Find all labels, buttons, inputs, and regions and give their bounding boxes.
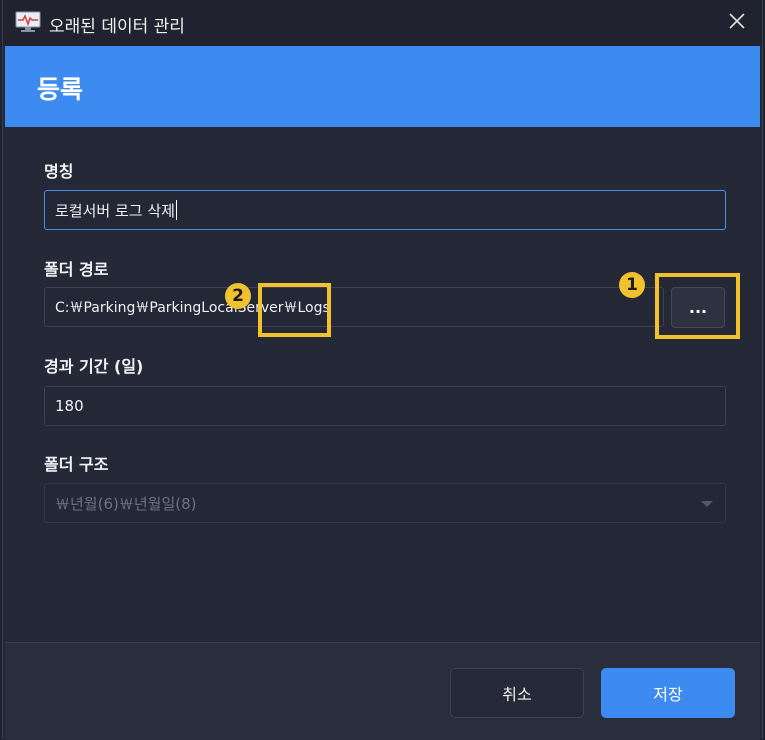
elapsed-days-value: 180 xyxy=(55,397,84,415)
cancel-button[interactable]: 취소 xyxy=(450,668,584,718)
title-bar: 오래된 데이터 관리 xyxy=(3,0,762,46)
name-input-value: 로컬서버 로그 삭제 xyxy=(55,201,175,220)
save-button[interactable]: 저장 xyxy=(601,668,735,718)
dialog-window: 오래된 데이터 관리 등록 명칭 로컬서버 로그 삭제 폴더 경로 C:￦Par… xyxy=(2,0,763,740)
folder-structure-value: ￦년월(6)￦년월일(8) xyxy=(55,494,197,513)
monitor-icon xyxy=(15,11,41,33)
name-input[interactable]: 로컬서버 로그 삭제 xyxy=(44,190,726,230)
page-title: 등록 xyxy=(37,75,84,104)
window-title: 오래된 데이터 관리 xyxy=(49,17,185,37)
close-icon xyxy=(729,13,745,33)
folder-path-input[interactable]: C:￦Parking￦ParkingLocalServer￦Logs xyxy=(44,287,664,327)
text-caret xyxy=(175,200,177,220)
close-button[interactable] xyxy=(722,8,752,38)
name-label: 명칭 xyxy=(44,162,74,181)
dialog-header: 등록 xyxy=(5,46,760,127)
folder-path-label: 폴더 경로 xyxy=(44,260,109,279)
highlight-path-box xyxy=(258,283,331,337)
folder-structure-label: 폴더 구조 xyxy=(44,455,109,474)
folder-structure-select[interactable]: ￦년월(6)￦년월일(8) xyxy=(44,483,726,523)
annotation-badge-1: 1 xyxy=(619,272,645,298)
chevron-down-icon xyxy=(701,501,713,507)
elapsed-days-input[interactable]: 180 xyxy=(44,386,726,426)
highlight-browse-box xyxy=(655,273,740,339)
annotation-badge-2: 2 xyxy=(225,283,251,309)
dialog-footer: 취소 저장 xyxy=(5,642,760,740)
elapsed-days-label: 경과 기간 (일) xyxy=(44,357,144,376)
